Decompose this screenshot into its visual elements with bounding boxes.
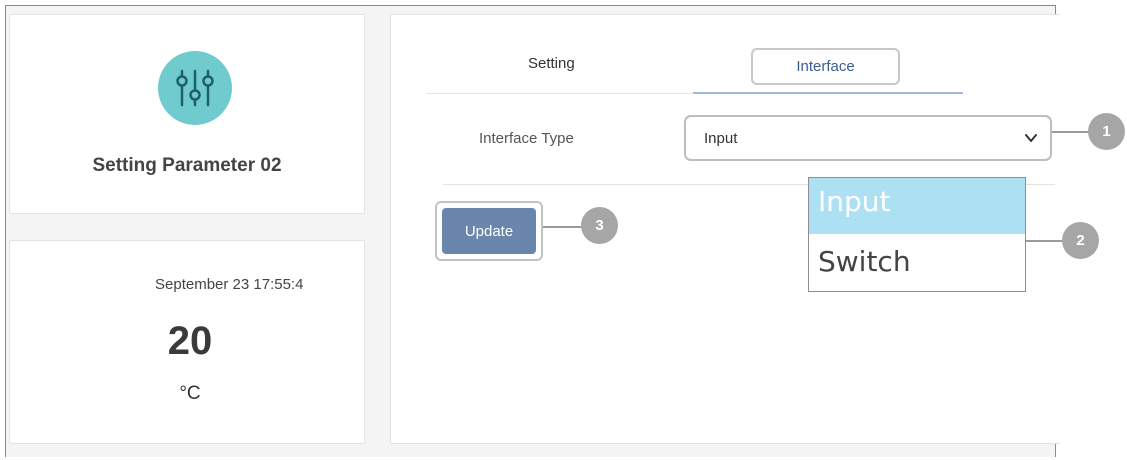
tab-interface[interactable]: Interface	[751, 48, 900, 85]
callout-3-badge: 3	[581, 207, 618, 244]
tab-setting[interactable]: Setting	[528, 55, 575, 72]
temperature-value: 20	[167, 319, 213, 363]
sliders-icon	[158, 51, 232, 125]
dropdown-option-input[interactable]: Input	[809, 178, 1025, 234]
active-tab-indicator	[693, 92, 963, 94]
interface-type-select[interactable]: Input	[684, 115, 1052, 161]
callout-1-line	[1052, 131, 1092, 133]
dropdown-option-switch[interactable]: Switch	[809, 238, 1025, 294]
interface-type-value: Input	[704, 130, 738, 147]
device-card: Setting Parameter 02	[9, 14, 365, 214]
reading-timestamp: September 23 17:55:4	[155, 276, 304, 293]
chevron-down-icon	[1025, 134, 1037, 142]
temperature-card: September 23 17:55:4 20 °C	[9, 240, 365, 444]
callout-3-line	[543, 226, 585, 228]
interface-type-label: Interface Type	[479, 130, 574, 147]
interface-type-dropdown: Input Switch	[808, 177, 1026, 292]
callout-2-line	[1026, 240, 1066, 242]
temperature-unit: °C	[179, 383, 201, 404]
callout-2-badge: 2	[1062, 222, 1099, 259]
device-name: Setting Parameter 02	[92, 155, 282, 176]
callout-1-badge: 1	[1088, 113, 1125, 150]
update-button[interactable]: Update	[442, 208, 536, 254]
